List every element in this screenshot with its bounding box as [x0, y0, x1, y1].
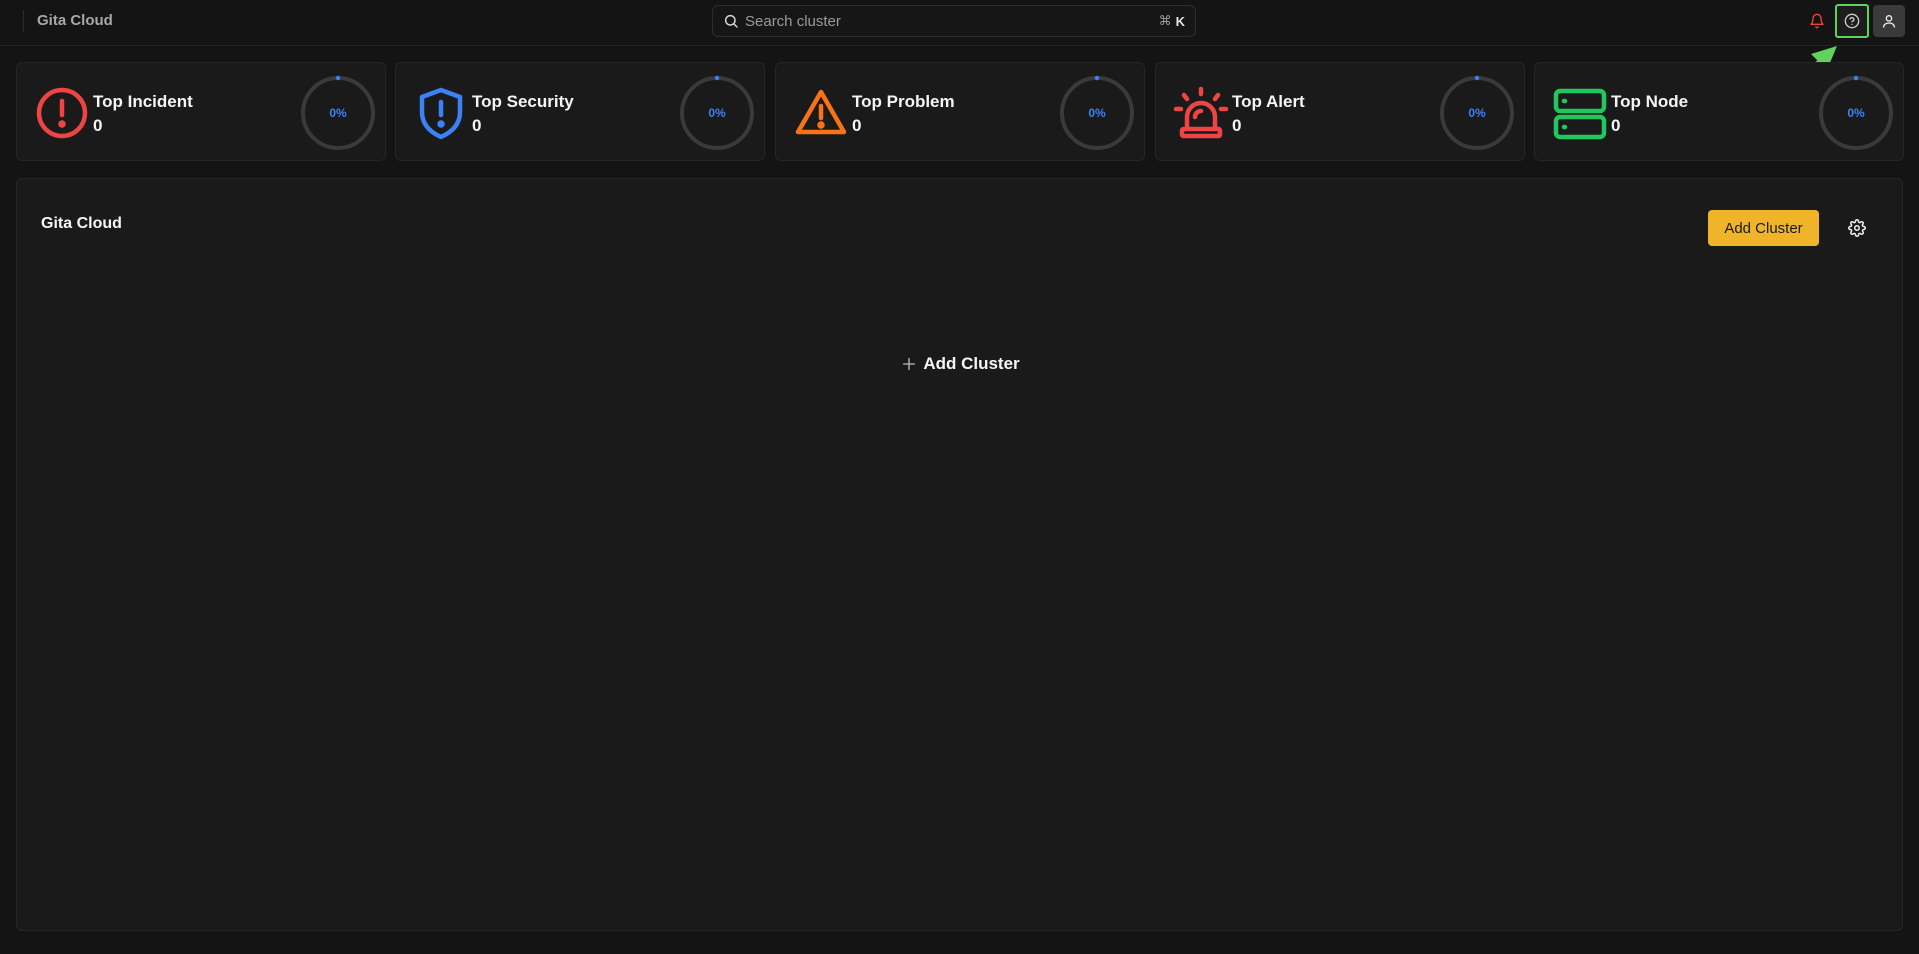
- stat-title: Top Security: [472, 92, 574, 111]
- search-shortcut: ⌘ K: [1159, 13, 1185, 29]
- stat-value: 0: [93, 116, 103, 135]
- search-box[interactable]: ⌘ K: [712, 5, 1196, 37]
- add-cluster-button[interactable]: Add Cluster: [1708, 210, 1819, 246]
- add-cluster-link[interactable]: Add Cluster: [901, 354, 1020, 374]
- command-key-glyph: ⌘: [1158, 13, 1172, 28]
- stat-card-security[interactable]: Top Security 0 0%: [395, 62, 765, 161]
- plus-icon: [903, 358, 916, 370]
- shield-alert-icon: [419, 87, 463, 140]
- settings-button[interactable]: [1844, 215, 1870, 241]
- stat-value: 0: [472, 116, 482, 135]
- notifications-button[interactable]: [1804, 8, 1830, 34]
- panel-title: Gita Cloud: [41, 215, 122, 232]
- bell-icon: [1810, 13, 1824, 29]
- stat-title: Top Alert: [1232, 92, 1305, 111]
- progress-label: 0%: [1088, 106, 1106, 120]
- progress-label: 0%: [1847, 106, 1865, 120]
- progress-label: 0%: [708, 106, 726, 120]
- stat-value: 0: [1611, 116, 1621, 135]
- stat-title: Top Incident: [93, 92, 193, 111]
- stat-value: 0: [852, 116, 862, 135]
- stat-title: Top Node: [1611, 92, 1689, 111]
- stat-value: 0: [1232, 116, 1242, 135]
- clusters-panel: Gita Cloud Add Cluster Add Cluster: [16, 178, 1903, 931]
- help-button[interactable]: [1835, 4, 1869, 38]
- server-icon: [1553, 88, 1607, 140]
- empty-cluster-area: Add Cluster: [39, 289, 1882, 439]
- search-icon: [724, 14, 738, 28]
- alert-triangle-icon: [795, 89, 847, 135]
- stat-card-incident[interactable]: Top Incident 0 0%: [16, 62, 386, 161]
- add-cluster-label: Add Cluster: [923, 354, 1020, 373]
- stat-title: Top Problem: [852, 92, 955, 111]
- brand-divider: [23, 10, 24, 32]
- progress-label: 0%: [329, 106, 347, 120]
- search-input[interactable]: [745, 12, 1159, 30]
- stat-card-problem[interactable]: Top Problem 0 0%: [775, 62, 1145, 161]
- top-bar: Gita Cloud ⌘ K: [0, 0, 1919, 46]
- stat-card-node[interactable]: Top Node 0 0%: [1534, 62, 1904, 161]
- gear-icon: [1848, 219, 1866, 237]
- brand-name[interactable]: Gita Cloud: [37, 12, 113, 29]
- shortcut-key: K: [1175, 13, 1185, 29]
- user-icon: [1883, 15, 1895, 28]
- progress-label: 0%: [1468, 106, 1486, 120]
- siren-icon: [1173, 86, 1229, 139]
- alert-circle-icon: [36, 87, 88, 139]
- user-menu-button[interactable]: [1873, 5, 1905, 37]
- stat-card-alert[interactable]: Top Alert 0 0%: [1155, 62, 1525, 161]
- help-circle-icon: [1844, 13, 1860, 29]
